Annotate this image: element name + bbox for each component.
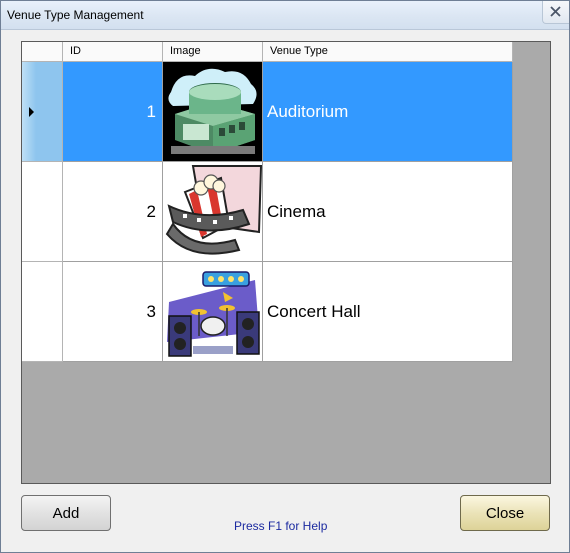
help-hint: Press F1 for Help bbox=[234, 519, 328, 533]
image-cell[interactable] bbox=[163, 262, 263, 362]
id-value: 3 bbox=[146, 302, 156, 321]
column-header-label: ID bbox=[70, 45, 81, 57]
id-cell[interactable]: 3 bbox=[63, 262, 163, 362]
venue-type-cell[interactable]: Auditorium bbox=[263, 62, 513, 162]
venue-type-value: Concert Hall bbox=[267, 302, 361, 321]
window-title: Venue Type Management bbox=[7, 8, 144, 22]
column-header-id[interactable]: ID bbox=[63, 42, 163, 62]
add-button[interactable]: Add bbox=[21, 495, 111, 531]
column-header-label: Image bbox=[170, 45, 201, 57]
table-row[interactable]: 1 Auditorium bbox=[22, 62, 513, 162]
cinema-popcorn-film-icon bbox=[163, 162, 262, 261]
id-value: 1 bbox=[146, 102, 156, 121]
title-bar[interactable]: Venue Type Management bbox=[1, 1, 569, 30]
venue-type-value: Auditorium bbox=[267, 102, 349, 121]
image-cell[interactable] bbox=[163, 162, 263, 262]
table-row[interactable]: 3 Concert Hall bbox=[22, 262, 513, 362]
column-header-venue-type[interactable]: Venue Type bbox=[263, 42, 513, 62]
corner-header bbox=[22, 42, 63, 62]
venue-type-value: Cinema bbox=[267, 202, 326, 221]
id-cell[interactable]: 1 bbox=[63, 62, 163, 162]
close-icon bbox=[550, 6, 561, 17]
venue-type-window: Venue Type Management ID Image Venue Typ… bbox=[0, 0, 570, 553]
venue-type-grid[interactable]: ID Image Venue Type 1 Auditorium 2 Cinem… bbox=[21, 41, 551, 484]
table-row[interactable]: 2 Cinema bbox=[22, 162, 513, 262]
id-value: 2 bbox=[146, 202, 156, 221]
close-button[interactable]: Close bbox=[460, 495, 550, 531]
venue-type-cell[interactable]: Cinema bbox=[263, 162, 513, 262]
concert-hall-stage-icon bbox=[163, 262, 262, 361]
venue-type-cell[interactable]: Concert Hall bbox=[263, 262, 513, 362]
auditorium-building-icon bbox=[163, 62, 262, 161]
column-header-image[interactable]: Image bbox=[163, 42, 263, 62]
column-header-label: Venue Type bbox=[270, 45, 328, 57]
window-close-button[interactable] bbox=[542, 1, 569, 24]
image-cell[interactable] bbox=[163, 62, 263, 162]
id-cell[interactable]: 2 bbox=[63, 162, 163, 262]
